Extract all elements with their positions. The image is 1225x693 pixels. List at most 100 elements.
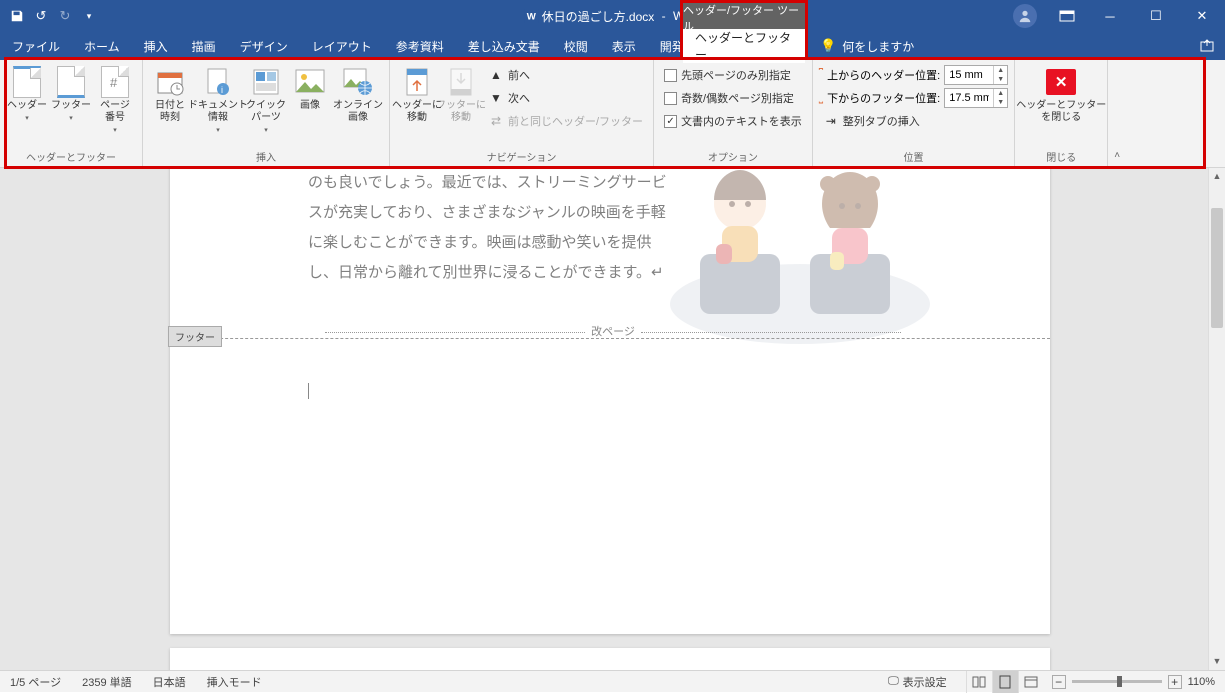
insert-alignment-tab-button[interactable]: ⇥整列タブの挿入 (819, 110, 1008, 132)
header-from-top-label: 上からのヘッダー位置: (827, 67, 940, 83)
display-settings[interactable]: 🖵表示設定 (878, 674, 958, 690)
next-icon: ▼ (488, 90, 504, 106)
quick-access-toolbar: ↺ ↻ ▾ (0, 9, 106, 23)
ribbon: ヘッダー▾ フッター▾ ページ 番号▾ ヘッダーとフッター 日付と 時刻 i ド… (0, 60, 1225, 168)
footer-gallery-button[interactable]: フッター▾ (50, 64, 92, 122)
print-layout-button[interactable] (992, 671, 1018, 693)
insert-mode[interactable]: 挿入モード (197, 674, 273, 690)
online-pictures-button[interactable]: オンライン 画像 (333, 64, 383, 124)
header-gallery-button[interactable]: ヘッダー▾ (6, 64, 48, 122)
svg-text:i: i (221, 85, 223, 95)
page-2[interactable]: ヘッダー ドライブ↵ ↵ (170, 648, 1050, 670)
document-body-text[interactable]: のも良いでしょう。最近では、ストリーミングサービスが充実しており、さまざまなジャ… (308, 168, 678, 288)
language-status[interactable]: 日本語 (143, 674, 197, 690)
zoom-out-button[interactable]: − (1052, 675, 1066, 689)
page-1[interactable]: のも良いでしょう。最近では、ストリーミングサービスが充実しており、さまざまなジャ… (170, 168, 1050, 634)
minimize-button[interactable]: ─ (1087, 0, 1133, 32)
tab-draw[interactable]: 描画 (180, 32, 228, 60)
close-window-button[interactable]: ✕ (1179, 0, 1225, 32)
next-section-button[interactable]: ▼次へ (484, 87, 647, 109)
page-footer-icon (57, 66, 85, 98)
tell-me-search[interactable]: 💡 何をしますか (820, 32, 914, 60)
zoom-in-button[interactable]: + (1168, 675, 1182, 689)
tab-references[interactable]: 参考資料 (384, 32, 456, 60)
group-header-footer: ヘッダー▾ フッター▾ ページ 番号▾ ヘッダーとフッター (0, 60, 143, 167)
scroll-up-icon[interactable]: ▲ (1209, 168, 1225, 185)
different-odd-even-checkbox[interactable]: 奇数/偶数ページ別指定 (660, 87, 806, 109)
footer-from-bottom-input[interactable]: ▲▼ (944, 88, 1008, 108)
tab-mailings[interactable]: 差し込み文書 (456, 32, 552, 60)
checkbox-icon (664, 69, 677, 82)
collapse-ribbon-button[interactable]: ˄ (1108, 60, 1126, 167)
group-label: 挿入 (149, 147, 383, 167)
footer-boundary (170, 338, 1050, 339)
pictures-button[interactable]: 画像 (289, 64, 331, 112)
web-layout-button[interactable] (1018, 671, 1044, 693)
spinner-arrows[interactable]: ▲▼ (993, 89, 1007, 107)
zoom-slider-thumb[interactable] (1117, 676, 1122, 687)
tab-design[interactable]: デザイン (228, 32, 300, 60)
title-sep: - (658, 9, 669, 23)
footer-from-bottom-value[interactable] (945, 92, 993, 104)
ribbon-tabs: ファイル ホーム 挿入 描画 デザイン レイアウト 参考資料 差し込み文書 校閲… (0, 32, 1225, 60)
share-button[interactable] (1197, 36, 1217, 56)
contextual-tool-label: ヘッダー/フッター ツール (680, 0, 808, 32)
tab-view[interactable]: 表示 (600, 32, 648, 60)
text-cursor (308, 383, 316, 399)
picture-icon (294, 66, 326, 98)
alignment-tab-icon: ⇥ (823, 113, 839, 129)
group-label: ナビゲーション (396, 147, 647, 167)
tab-insert[interactable]: 挿入 (132, 32, 180, 60)
chevron-down-icon: ▾ (216, 126, 220, 134)
scrollbar-thumb[interactable] (1211, 208, 1223, 328)
ribbon-display-options-icon[interactable] (1047, 0, 1087, 32)
tell-me-placeholder: 何をしますか (842, 38, 914, 55)
close-header-footer-button[interactable]: ✕ ヘッダーとフッター を閉じる (1021, 64, 1101, 124)
vertical-scrollbar[interactable]: ▲ ▼ (1208, 168, 1225, 670)
account-avatar[interactable] (1013, 4, 1037, 28)
read-mode-button[interactable] (966, 671, 992, 693)
spinner-arrows[interactable]: ▲▼ (993, 66, 1007, 84)
online-picture-icon (342, 66, 374, 98)
goto-footer-icon (445, 66, 477, 98)
previous-icon: ▲ (488, 67, 504, 83)
show-document-text-checkbox[interactable]: ✓文書内のテキストを表示 (660, 110, 806, 132)
redo-icon[interactable]: ↻ (58, 9, 72, 23)
zoom-control: − + 110% (1052, 675, 1215, 689)
group-insert: 日付と 時刻 i ドキュメント 情報▾ クイック パーツ▾ 画像 オンライン 画… (143, 60, 390, 167)
word-count[interactable]: 2359 単語 (72, 674, 143, 690)
tab-header-footer[interactable]: ヘッダーとフッター (683, 29, 805, 63)
goto-header-button[interactable]: ヘッダーに 移動 (396, 64, 438, 124)
page-count[interactable]: 1/5 ページ (0, 674, 72, 690)
tab-layout[interactable]: レイアウト (300, 32, 384, 60)
maximize-button[interactable]: ☐ (1133, 0, 1179, 32)
header-from-top-input[interactable]: ▲▼ (944, 65, 1008, 85)
qat-customize-icon[interactable]: ▾ (82, 9, 96, 23)
link-icon: ⇄ (488, 113, 504, 129)
tab-review[interactable]: 校閲 (552, 32, 600, 60)
footer-from-bottom-icon: ⎵ (819, 92, 823, 105)
group-position: ⎴ 上からのヘッダー位置: ▲▼ ⎵ 下からのフッター位置: ▲▼ ⇥整列タブの… (813, 60, 1015, 167)
undo-icon[interactable]: ↺ (34, 9, 48, 23)
close-icon: ✕ (1046, 69, 1076, 95)
quick-parts-button[interactable]: クイック パーツ▾ (245, 64, 287, 134)
scroll-down-icon[interactable]: ▼ (1209, 653, 1225, 670)
tab-home[interactable]: ホーム (72, 32, 132, 60)
date-time-button[interactable]: 日付と 時刻 (149, 64, 191, 124)
goto-footer-button[interactable]: フッターに 移動 (440, 64, 482, 124)
page-break-indicator: 改ページ (308, 323, 918, 339)
zoom-percent[interactable]: 110% (1188, 676, 1215, 688)
doc-info-button[interactable]: i ドキュメント 情報▾ (193, 64, 243, 134)
header-from-top-value[interactable] (945, 69, 993, 81)
page-header-icon (13, 66, 41, 98)
group-label: 位置 (819, 147, 1008, 167)
tab-file[interactable]: ファイル (0, 32, 72, 60)
checkbox-icon (664, 92, 677, 105)
different-first-page-checkbox[interactable]: 先頭ページのみ別指定 (660, 64, 806, 86)
group-close: ✕ ヘッダーとフッター を閉じる 閉じる (1015, 60, 1108, 167)
zoom-slider[interactable] (1072, 680, 1162, 683)
previous-section-button[interactable]: ▲前へ (484, 64, 647, 86)
link-to-previous-button[interactable]: ⇄前と同じヘッダー/フッター (484, 110, 647, 132)
save-icon[interactable] (10, 9, 24, 23)
page-number-button[interactable]: ページ 番号▾ (94, 64, 136, 134)
